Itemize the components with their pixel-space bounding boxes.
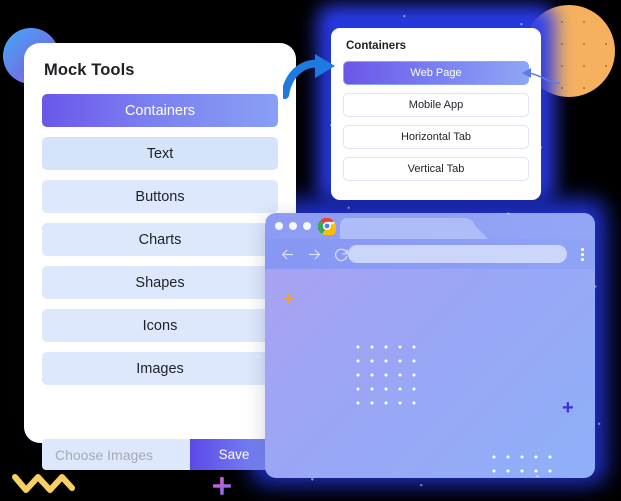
tool-item-icons[interactable]: Icons bbox=[42, 309, 278, 342]
yellow-zigzag-icon bbox=[12, 474, 75, 493]
address-bar-input[interactable] bbox=[348, 245, 567, 263]
kebab-dot bbox=[581, 248, 584, 251]
curved-arrow-right-icon bbox=[283, 54, 335, 99]
dot-grid-pattern-top bbox=[349, 338, 425, 414]
tool-item-images[interactable]: Images bbox=[42, 352, 278, 385]
window-controls[interactable] bbox=[275, 222, 311, 230]
container-item-label: Web Page bbox=[410, 67, 462, 79]
canvas: Mock Tools Containers Text Buttons Chart… bbox=[0, 0, 621, 501]
container-item-label: Mobile App bbox=[408, 99, 464, 111]
browser-content-area bbox=[265, 269, 595, 478]
mock-tools-panel: Mock Tools Containers Text Buttons Chart… bbox=[24, 43, 296, 470]
container-item-horizontal-tab[interactable]: Horizontal Tab bbox=[343, 125, 529, 149]
containers-panel-title: Containers bbox=[346, 40, 407, 52]
chrome-logo-icon bbox=[318, 217, 336, 235]
container-item-web-page[interactable]: Web Page bbox=[343, 61, 529, 85]
tool-item-buttons[interactable]: Buttons bbox=[42, 180, 278, 213]
tool-item-charts[interactable]: Charts bbox=[42, 223, 278, 256]
container-item-label: Vertical Tab bbox=[407, 163, 465, 175]
tool-item-label: Images bbox=[136, 360, 184, 377]
tool-item-label: Icons bbox=[142, 317, 178, 334]
window-minimize-dot[interactable] bbox=[289, 222, 297, 230]
kebab-dot bbox=[581, 258, 584, 261]
tool-item-label: Charts bbox=[138, 231, 182, 248]
choose-images-input[interactable]: Choose Images bbox=[42, 439, 190, 470]
tool-item-label: Buttons bbox=[135, 188, 185, 205]
file-upload-row: Choose Images Save bbox=[42, 439, 278, 470]
back-arrow-icon[interactable] bbox=[279, 246, 296, 263]
tool-item-label: Text bbox=[146, 145, 174, 162]
container-item-label: Horizontal Tab bbox=[400, 131, 472, 143]
window-close-dot[interactable] bbox=[275, 222, 283, 230]
container-item-mobile-app[interactable]: Mobile App bbox=[343, 93, 529, 117]
thin-arrow-left-icon bbox=[522, 68, 560, 84]
tool-item-label: Containers bbox=[124, 102, 196, 119]
browser-window-mock bbox=[265, 213, 595, 478]
tool-item-text[interactable]: Text bbox=[42, 137, 278, 170]
page-title: Mock Tools bbox=[44, 61, 135, 79]
browser-tab[interactable] bbox=[340, 218, 475, 239]
blue-plus-icon: + bbox=[562, 397, 574, 419]
dot-grid-pattern-bottom bbox=[485, 448, 561, 478]
orange-plus-icon: + bbox=[283, 289, 295, 310]
tools-list: Containers Text Buttons Charts Shapes Ic… bbox=[42, 94, 278, 395]
window-maximize-dot[interactable] bbox=[303, 222, 311, 230]
kebab-dot bbox=[581, 253, 584, 256]
browser-toolbar bbox=[265, 239, 595, 269]
kebab-menu-icon[interactable] bbox=[581, 248, 584, 261]
tool-item-containers[interactable]: Containers bbox=[42, 94, 278, 127]
forward-arrow-icon[interactable] bbox=[306, 246, 323, 263]
tool-item-shapes[interactable]: Shapes bbox=[42, 266, 278, 299]
tool-item-label: Shapes bbox=[135, 274, 185, 291]
containers-panel: Containers Web Page Mobile App Horizonta… bbox=[331, 28, 541, 200]
container-item-vertical-tab[interactable]: Vertical Tab bbox=[343, 157, 529, 181]
browser-titlebar bbox=[265, 213, 595, 239]
pink-plus-icon bbox=[213, 477, 231, 495]
